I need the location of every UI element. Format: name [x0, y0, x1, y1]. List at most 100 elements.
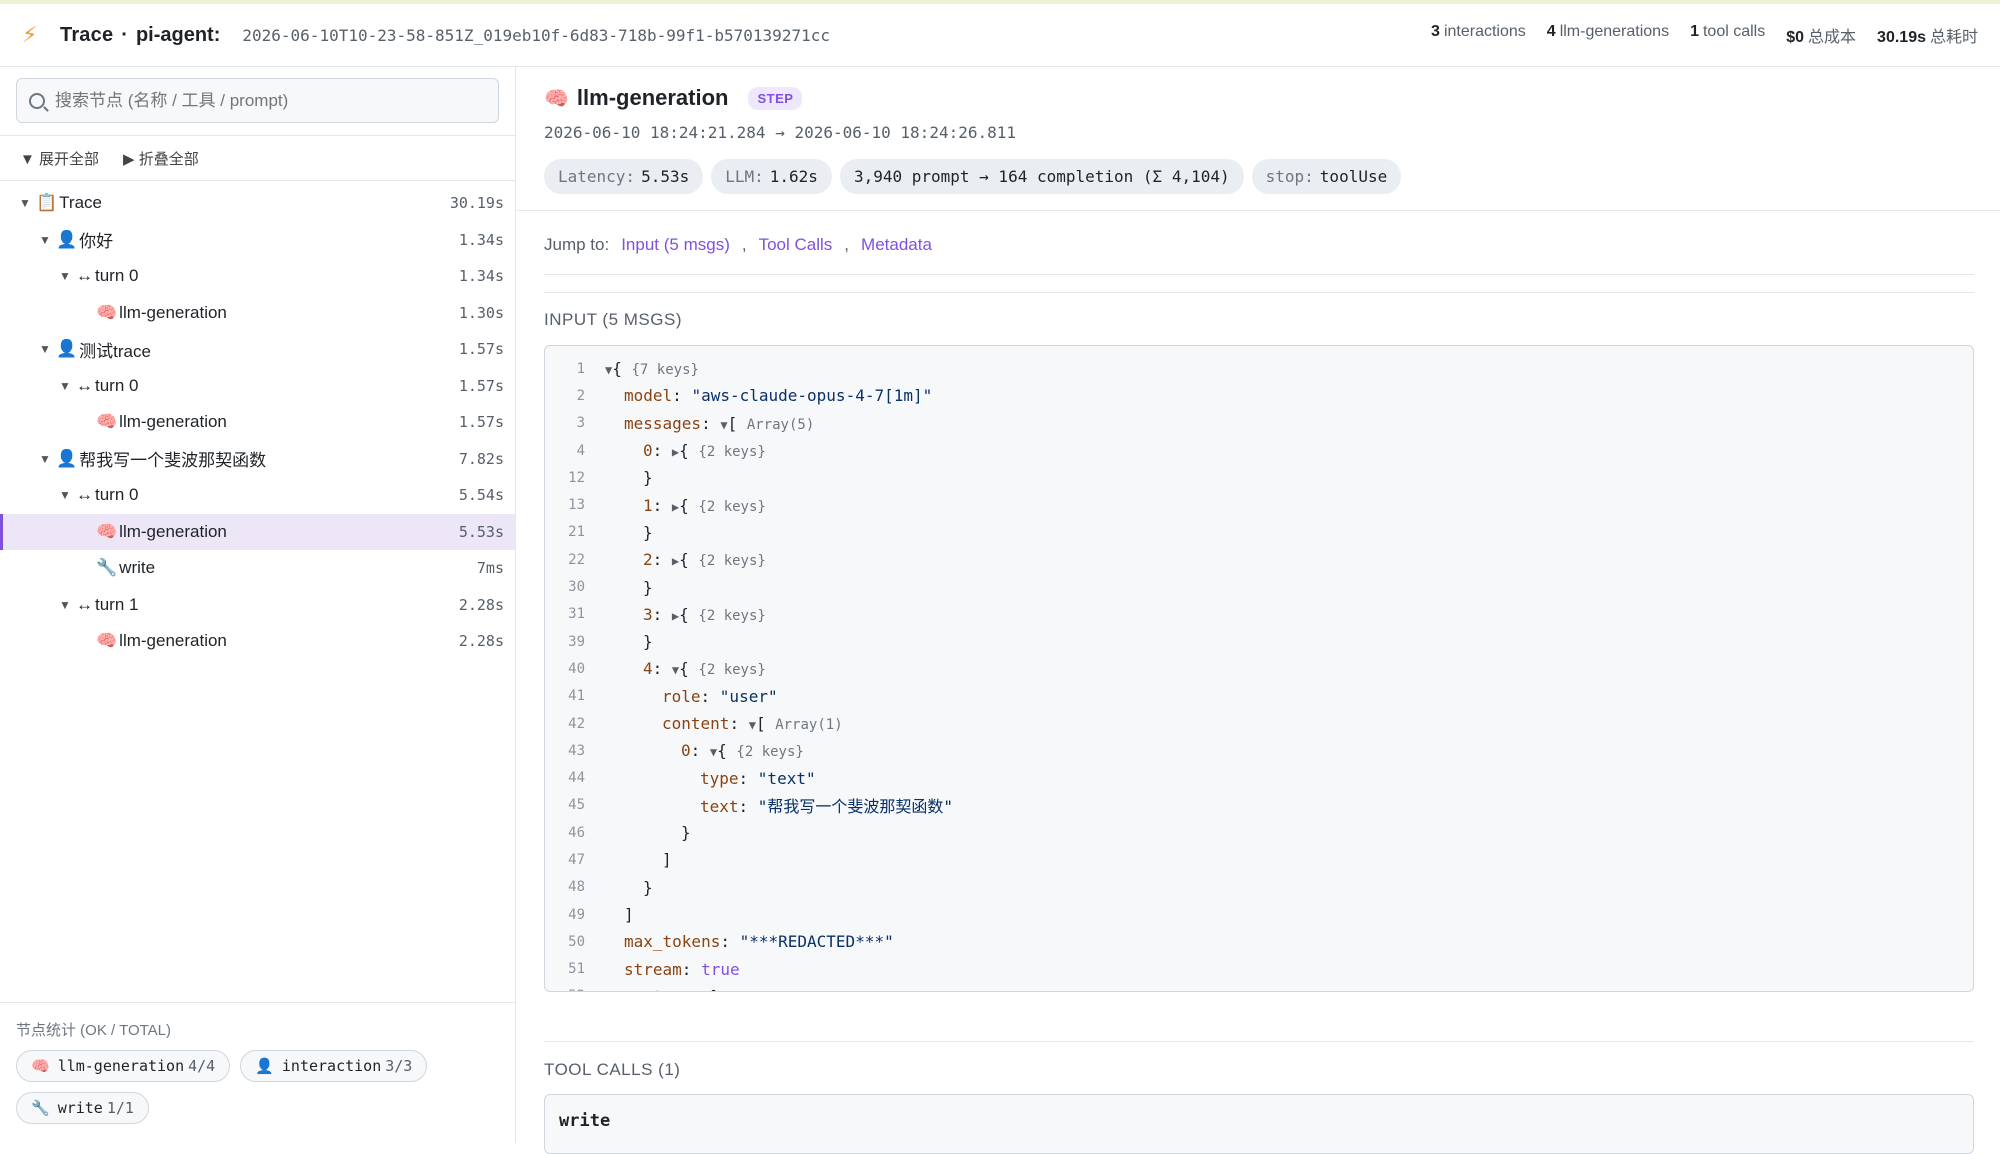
json-token: "帮我写一个斐波那契函数" [757, 797, 954, 817]
node-stat-chip[interactable]: 🧠 llm-generation 4/4 [16, 1050, 231, 1082]
chevron-down-icon[interactable]: ▼ [58, 598, 72, 612]
chevron-down-icon[interactable]: ▼ [58, 379, 72, 393]
tree-node-label: 帮我写一个斐波那契函数 [79, 451, 267, 471]
json-token: {2 keys} [698, 553, 766, 570]
header-stat-value: 4 [1546, 23, 1556, 40]
tree-node-label: write [119, 558, 156, 578]
tree-node[interactable]: ▼ ↔ turn 0 1.34s [0, 258, 516, 295]
tree-node-duration: 2.28s [458, 632, 504, 651]
divider [544, 1041, 1974, 1042]
tree-node[interactable]: 🔧 write 7ms [0, 550, 516, 587]
chevron-down-icon[interactable]: ▼ [38, 233, 52, 247]
json-token: } [681, 823, 691, 843]
chevron-down-icon[interactable]: ▼ [38, 452, 52, 466]
chip-count: 4/4 [188, 1057, 216, 1075]
json-token: 1 [643, 495, 653, 515]
trace-tree: ▼ 📋 Trace 30.19s ▼ 👤 你好 1.34s ▼ ↔ turn 0 1.34s 🧠 llm-… [0, 185, 516, 660]
json-token: : [720, 932, 740, 952]
node-stats-label: 节点统计 (OK / TOTAL) [16, 1022, 172, 1039]
chevron-down-icon[interactable]: ▼ [58, 488, 72, 502]
tree-node-label: turn 0 [95, 485, 139, 505]
header-stat: $0 总成本 [1786, 23, 1856, 47]
tree-node[interactable]: 🧠 llm-generation 2.28s [0, 623, 516, 660]
json-token: {2 keys} [736, 744, 804, 761]
line-number: 40 [568, 660, 585, 677]
tree-node[interactable]: 🧠 llm-generation 1.30s [0, 295, 516, 332]
json-token: : [652, 659, 672, 679]
tree-node-label: Trace [59, 193, 102, 213]
tree-node[interactable]: ▼ ↔ turn 0 1.57s [0, 368, 516, 405]
node-stats: 节点统计 (OK / TOTAL) 🧠 llm-generation 4/4 👤 int… [0, 1002, 516, 1140]
tree-node[interactable]: ▼ ↔ turn 1 2.28s [0, 587, 516, 624]
json-line: 45 text: "帮我写一个斐波那契函数" [545, 792, 1973, 819]
tree-node[interactable]: 🧠 llm-generation 5.53s [0, 513, 516, 550]
json-token: "aws-claude-opus-4-7[1m]" [691, 386, 933, 406]
tree-node-duration: 1.57s [458, 413, 504, 432]
collapse-all-button[interactable]: ▶ 折叠全部 [123, 148, 199, 169]
json-token: : [729, 714, 749, 733]
tree-node[interactable]: 🧠 llm-generation 1.57s [0, 404, 516, 441]
tree-node[interactable]: ▼ ↔ turn 0 5.54s [0, 477, 516, 514]
json-toggle-icon[interactable]: ▼ [749, 718, 756, 732]
json-line: 52system: ▼[ Array(1) [545, 983, 1973, 992]
json-token: 0 [681, 741, 691, 761]
tool-calls-section-title: TOOL CALLS (1) [544, 1060, 681, 1079]
jump-to-label: Jump to: [544, 235, 610, 254]
jump-link[interactable]: Tool Calls [759, 235, 833, 255]
header-stat: 30.19s 总耗时 [1877, 23, 1978, 47]
tree-node[interactable]: ▼ 📋 Trace 30.19s [0, 185, 516, 222]
json-line: 1 ▼{ {7 keys} [545, 355, 1973, 382]
chevron-down-icon[interactable]: ▼ [58, 269, 72, 283]
line-number: 3 [576, 415, 585, 432]
agent-name: pi-agent: [135, 23, 221, 46]
title-separator: · [121, 23, 128, 46]
search-box[interactable] [16, 78, 499, 123]
json-token: { [679, 659, 699, 679]
line-number: 41 [568, 688, 585, 705]
json-token: 2 [643, 550, 653, 570]
metric-value: 1.62s [769, 167, 818, 186]
search-input[interactable] [55, 90, 475, 111]
node-stat-chip[interactable]: 👤 interaction 3/3 [240, 1050, 428, 1082]
bolt-icon: ⚡ [22, 22, 38, 47]
tree-node-label: turn 0 [95, 266, 139, 286]
json-token: {2 keys} [698, 498, 766, 515]
header-stat: 3 interactions [1431, 23, 1526, 47]
json-toggle-icon[interactable]: ▼ [701, 991, 708, 992]
jump-link[interactable]: Input (5 msgs) [621, 235, 730, 255]
input-json-viewer[interactable]: 1 ▼{ {7 keys} 2 model: "aws-claude-opus-4-7… [544, 345, 1974, 992]
json-token: {2 keys} [698, 662, 766, 679]
tree-actions: ▼ 展开全部 ▶ 折叠全部 [0, 135, 516, 181]
json-toggle-icon[interactable]: ▼ [720, 418, 727, 432]
line-number: 42 [568, 715, 585, 732]
json-code: } [605, 523, 653, 542]
node-stat-chip[interactable]: 🔧 write 1/1 [16, 1092, 149, 1124]
jump-link[interactable]: Metadata [861, 235, 932, 255]
json-token: : [681, 959, 702, 979]
tree-node[interactable]: ▼ 👤 测试trace 1.57s [0, 331, 516, 368]
json-token: max_tokens [624, 932, 721, 952]
json-token: : [701, 413, 721, 433]
metric-key: LLM: [725, 167, 764, 186]
sidebar: ▼ 展开全部 ▶ 折叠全部 ▼📋Trace30.19s▼👤你好1.34s▼↔tu… [0, 67, 516, 1143]
chip-name: llm-generation [57, 1057, 185, 1075]
chevron-down-icon[interactable]: ▼ [38, 342, 52, 356]
header-stat-value: $0 [1786, 29, 1805, 46]
jump-separator: , [844, 235, 850, 254]
tool-call-card[interactable]: write [544, 1094, 1974, 1154]
header-stat-value: 3 [1431, 23, 1440, 40]
json-line: 41 role: "user" [545, 683, 1973, 710]
json-code: } [605, 878, 653, 897]
json-line: 43 0: ▼{ {2 keys} [545, 737, 1973, 764]
tree-node[interactable]: ▼ 👤 你好 1.34s [0, 222, 516, 259]
tree-node[interactable]: ▼ 👤 帮我写一个斐波那契函数 7.82s [0, 441, 516, 478]
metric-key: stop: [1265, 167, 1314, 186]
chevron-down-icon[interactable]: ▼ [18, 196, 32, 210]
node-type-icon: 👤 [56, 229, 78, 249]
node-type-icon: ↔ [76, 375, 93, 395]
metric-value: toolUse [1319, 167, 1388, 186]
json-token: } [643, 877, 653, 897]
json-line: 13 1: ▶{ {2 keys} [545, 491, 1973, 518]
line-number: 2 [576, 387, 585, 404]
expand-all-button[interactable]: ▼ 展开全部 [20, 148, 99, 169]
